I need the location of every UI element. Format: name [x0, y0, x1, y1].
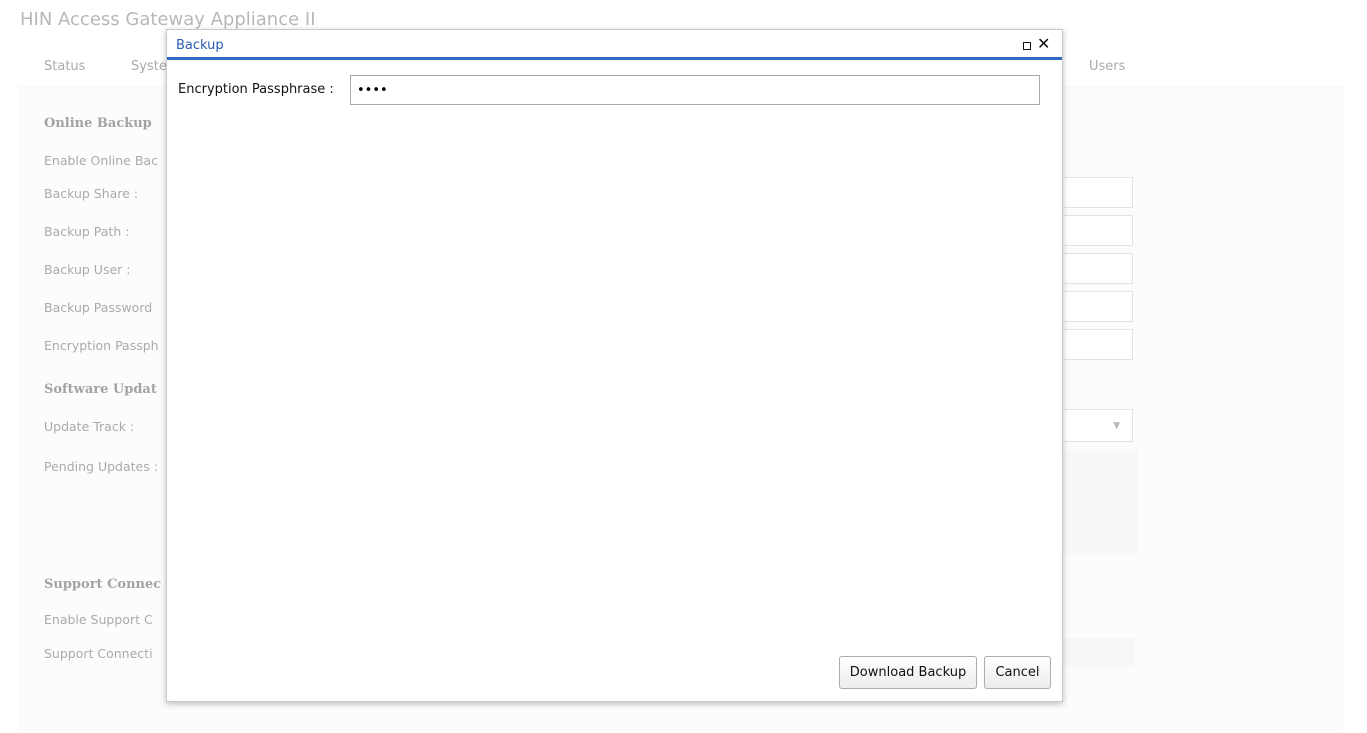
backup-user-input[interactable] [1062, 253, 1133, 284]
pending-updates-label: Pending Updates : [44, 459, 158, 474]
tab-users[interactable]: Users [1089, 59, 1125, 74]
close-icon[interactable]: ✕ [1037, 34, 1050, 54]
support-connection-status [1062, 638, 1135, 667]
pending-updates-list [1062, 450, 1138, 554]
backup-password-input[interactable] [1062, 291, 1133, 322]
app-title: HIN Access Gateway Appliance II [20, 9, 316, 30]
tab-status[interactable]: Status [44, 59, 85, 74]
chevron-down-icon: ▼ [1113, 421, 1120, 431]
support-connection-label: Support Connecti [44, 646, 153, 661]
enable-support-connection-label: Enable Support C [44, 612, 153, 627]
cancel-button[interactable]: Cancel [984, 656, 1051, 689]
update-track-select[interactable]: ▼ [1062, 409, 1133, 442]
backup-dialog: Backup ✕ Encryption Passphrase : Downloa… [166, 29, 1063, 702]
dialog-title: Backup [176, 38, 224, 53]
encryption-passphrase-label: Encryption Passph [44, 338, 159, 353]
backup-path-input[interactable] [1062, 215, 1133, 246]
maximize-icon[interactable] [1023, 42, 1031, 50]
encryption-passphrase-label: Encryption Passphrase : [178, 82, 334, 97]
online-backup-title: Online Backup [44, 116, 152, 131]
tab-system[interactable]: Syste [131, 59, 167, 74]
encryption-passphrase-field[interactable] [350, 75, 1040, 105]
backup-share-label: Backup Share : [44, 186, 139, 201]
app-window: HIN Access Gateway Appliance II Status S… [0, 0, 1367, 733]
support-connection-title: Support Connec [44, 577, 162, 592]
backup-share-input[interactable] [1062, 177, 1133, 208]
backup-user-label: Backup User : [44, 262, 131, 277]
enable-online-backup-label: Enable Online Bac [44, 153, 158, 168]
download-backup-button[interactable]: Download Backup [839, 656, 977, 689]
update-track-label: Update Track : [44, 419, 135, 434]
backup-path-label: Backup Path : [44, 224, 130, 239]
encryption-passphrase-input[interactable] [1062, 329, 1133, 360]
software-update-title: Software Updat [44, 382, 157, 397]
backup-password-label: Backup Password [44, 300, 153, 315]
dialog-header[interactable]: Backup ✕ [167, 30, 1062, 60]
